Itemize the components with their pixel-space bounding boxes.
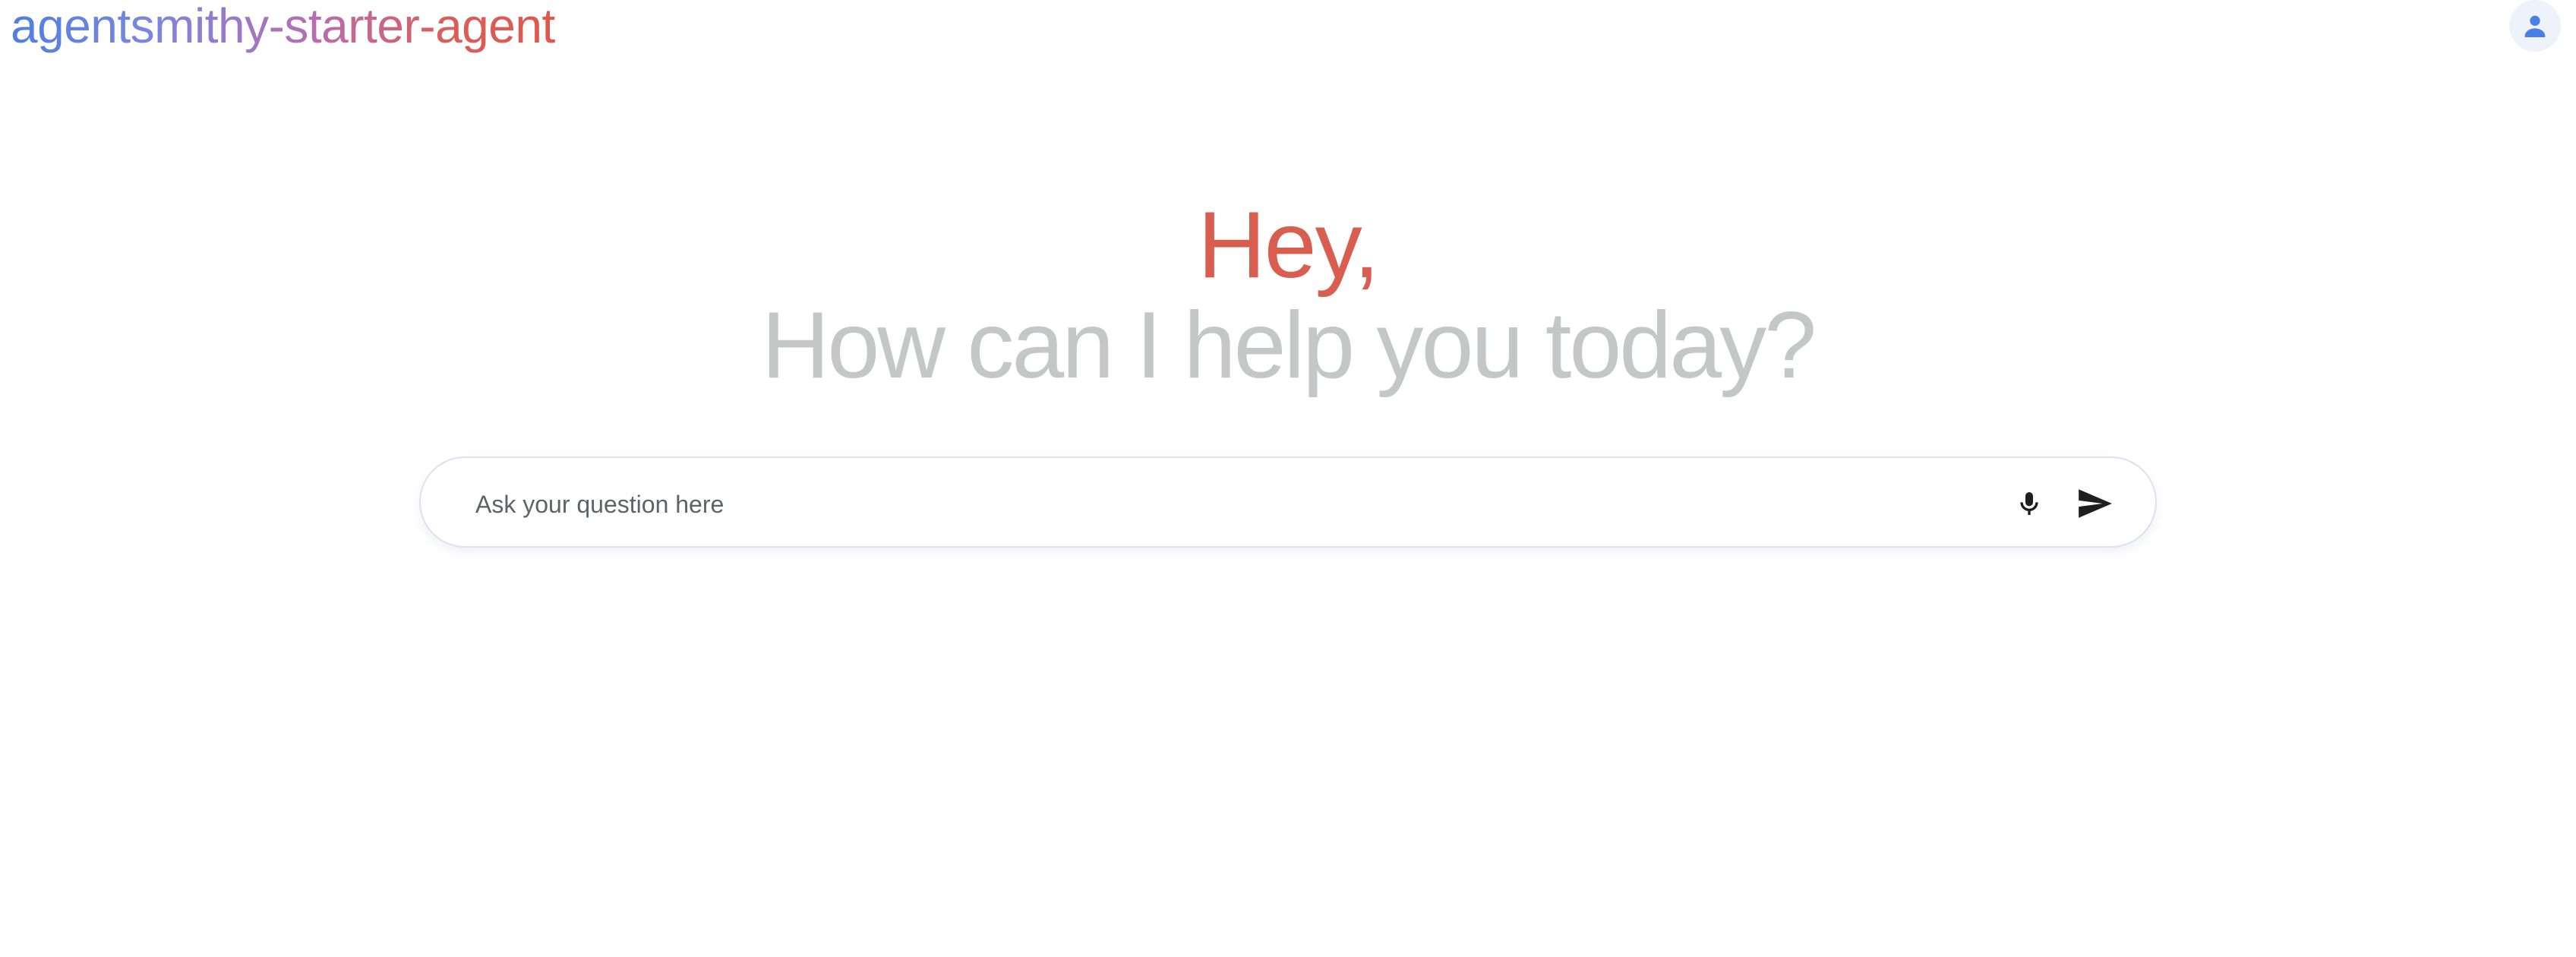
send-icon: [2079, 489, 2112, 518]
top-bar: agentsmithy-starter-agent: [0, 0, 2576, 61]
person-icon: [2524, 15, 2546, 37]
app-root: agentsmithy-starter-agent Hey, How can I…: [0, 0, 2576, 957]
account-button[interactable]: [2509, 0, 2561, 52]
prompt-input[interactable]: [474, 481, 1905, 528]
app-title[interactable]: agentsmithy-starter-agent: [11, 0, 555, 56]
mic-button[interactable]: [2006, 481, 2052, 526]
send-button[interactable]: [2069, 478, 2120, 529]
greeting-hey: Hey,: [1198, 193, 1380, 298]
prompt-box: [419, 456, 2157, 548]
microphone-icon: [2020, 492, 2038, 515]
greeting-subtitle: How can I help you today?: [761, 293, 1817, 398]
